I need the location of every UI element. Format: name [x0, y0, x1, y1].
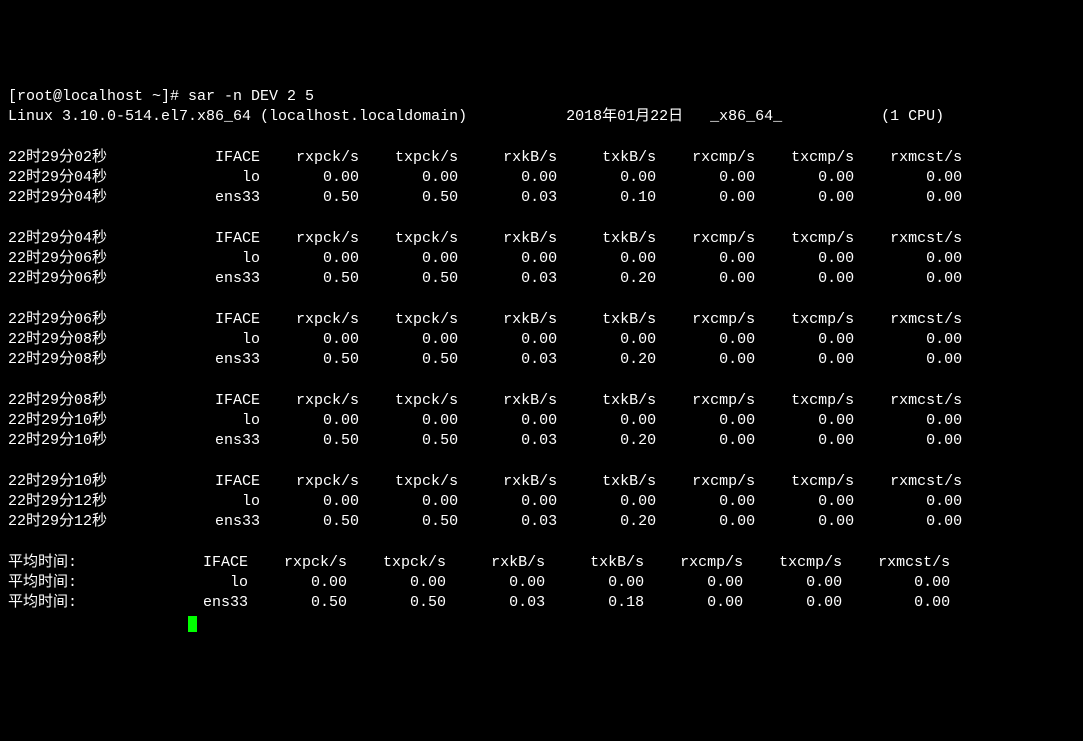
data-row: 22时29分08秒 lo 0.00 0.00 0.00 0.00 0.00 0.… [8, 331, 962, 348]
interval-header: 22时29分02秒 IFACE rxpck/s txpck/s rxkB/s t… [8, 149, 962, 166]
terminal-output[interactable]: [root@localhost ~]# sar -n DEV 2 5 Linux… [8, 87, 1075, 634]
data-row: 22时29分10秒 lo 0.00 0.00 0.00 0.00 0.00 0.… [8, 412, 962, 429]
cursor-icon [188, 616, 197, 632]
data-row: 22时29分04秒 lo 0.00 0.00 0.00 0.00 0.00 0.… [8, 169, 962, 186]
average-header: 平均时间: IFACE rxpck/s txpck/s rxkB/s txkB/… [8, 554, 950, 571]
average-row: 平均时间: ens33 0.50 0.50 0.03 0.18 0.00 0.0… [8, 594, 950, 611]
data-row: 22时29分12秒 ens33 0.50 0.50 0.03 0.20 0.00… [8, 513, 962, 530]
system-header: Linux 3.10.0-514.el7.x86_64 (localhost.l… [8, 108, 944, 125]
data-row: 22时29分10秒 ens33 0.50 0.50 0.03 0.20 0.00… [8, 432, 962, 449]
interval-header: 22时29分06秒 IFACE rxpck/s txpck/s rxkB/s t… [8, 311, 962, 328]
data-row: 22时29分06秒 lo 0.00 0.00 0.00 0.00 0.00 0.… [8, 250, 962, 267]
data-row: 22时29分06秒 ens33 0.50 0.50 0.03 0.20 0.00… [8, 270, 962, 287]
data-row: 22时29分08秒 ens33 0.50 0.50 0.03 0.20 0.00… [8, 351, 962, 368]
interval-header: 22时29分10秒 IFACE rxpck/s txpck/s rxkB/s t… [8, 473, 962, 490]
average-row: 平均时间: lo 0.00 0.00 0.00 0.00 0.00 0.00 0… [8, 574, 950, 591]
interval-header: 22时29分08秒 IFACE rxpck/s txpck/s rxkB/s t… [8, 392, 962, 409]
data-row: 22时29分12秒 lo 0.00 0.00 0.00 0.00 0.00 0.… [8, 493, 962, 510]
interval-header: 22时29分04秒 IFACE rxpck/s txpck/s rxkB/s t… [8, 230, 962, 247]
cursor-line [8, 615, 197, 632]
data-row: 22时29分04秒 ens33 0.50 0.50 0.03 0.10 0.00… [8, 189, 962, 206]
prompt-line: [root@localhost ~]# sar -n DEV 2 5 [8, 88, 314, 105]
